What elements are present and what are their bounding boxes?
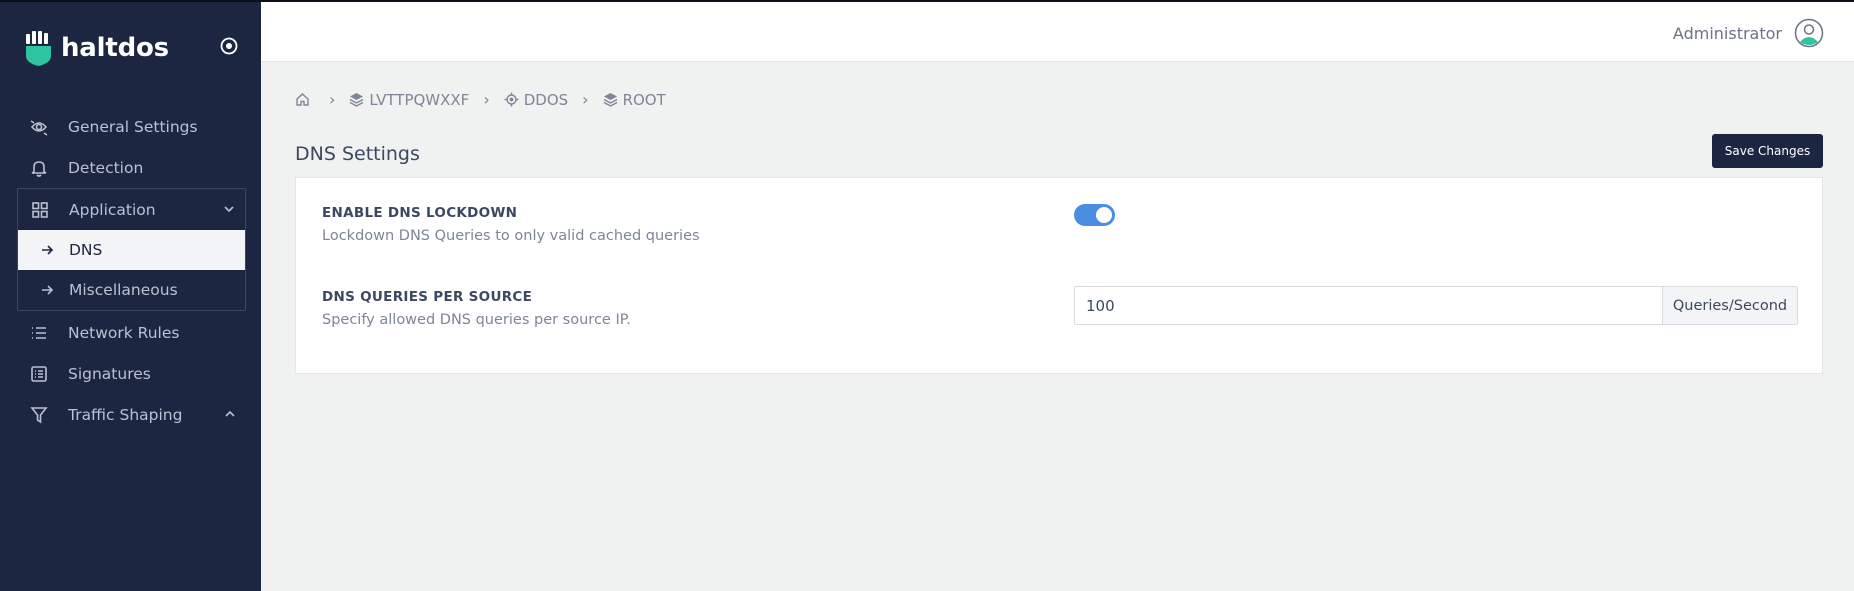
page-title: DNS Settings: [295, 143, 420, 165]
sidebar-item-label: Traffic Shaping: [68, 405, 183, 424]
save-changes-button[interactable]: Save Changes: [1712, 134, 1823, 168]
settings-card: ENABLE DNS LOCKDOWN Lockdown DNS Queries…: [295, 177, 1823, 374]
sidebar-item-network-rules[interactable]: Network Rules: [17, 312, 246, 353]
breadcrumb-separator: ›: [483, 90, 490, 109]
document-list-icon: [31, 365, 47, 382]
sidebar-item-traffic-shaping[interactable]: Traffic Shaping: [17, 394, 246, 435]
sidebar-subitem-miscellaneous[interactable]: Miscellaneous: [18, 270, 245, 310]
sidebar-subitem-label: Miscellaneous: [69, 281, 178, 299]
avatar: [1794, 18, 1824, 48]
sidebar-item-label: General Settings: [68, 117, 198, 136]
setting-description: Specify allowed DNS queries per source I…: [322, 312, 631, 328]
filter-icon: [30, 406, 48, 423]
sidebar-item-signatures[interactable]: Signatures: [17, 353, 246, 394]
home-icon[interactable]: [295, 92, 310, 107]
setting-row-queries: DNS QUERIES PER SOURCE Specify allowed D…: [322, 289, 631, 328]
sidebar-item-label: Detection: [68, 158, 144, 177]
breadcrumb-item-root[interactable]: ROOT: [623, 91, 666, 109]
chevron-down-icon: [224, 206, 234, 213]
input-unit-suffix: Queries/Second: [1662, 287, 1797, 324]
sidebar: haltdos General Settings Detection Appli…: [0, 0, 261, 591]
sidebar-item-label: Network Rules: [68, 323, 180, 342]
crosshair-icon: [504, 92, 519, 107]
breadcrumb-separator: ›: [329, 90, 336, 109]
breadcrumb: › LVTTPQWXXF › DDOS › ROOT: [295, 90, 666, 109]
arrow-right-icon: [42, 285, 54, 295]
dns-lockdown-toggle[interactable]: [1074, 204, 1115, 226]
breadcrumb-separator: ›: [582, 90, 589, 109]
breadcrumb-item-project[interactable]: LVTTPQWXXF: [369, 91, 469, 109]
eye-gear-icon: [30, 119, 48, 136]
user-menu[interactable]: Administrator: [1673, 18, 1824, 48]
toggle-knob: [1096, 207, 1112, 223]
grid-icon: [32, 201, 48, 218]
dns-queries-input-group: Queries/Second: [1074, 286, 1798, 325]
sidebar-item-general-settings[interactable]: General Settings: [17, 106, 246, 147]
sidebar-item-detection[interactable]: Detection: [17, 147, 246, 188]
setting-title: ENABLE DNS LOCKDOWN: [322, 205, 518, 221]
sidebar-item-label: Signatures: [68, 364, 151, 383]
sidebar-item-label: Application: [69, 200, 156, 219]
brand-name: haltdos: [61, 33, 169, 63]
layers-icon: [603, 93, 617, 107]
sidebar-item-application[interactable]: Application: [18, 189, 245, 230]
top-bar: Administrator: [261, 0, 1854, 62]
brand-logo[interactable]: haltdos: [24, 30, 169, 66]
sidebar-subitem-label: DNS: [69, 241, 103, 259]
breadcrumb-item-ddos[interactable]: DDOS: [524, 91, 568, 109]
fist-logo-icon: [26, 31, 51, 66]
setting-description: Lockdown DNS Queries to only valid cache…: [322, 228, 700, 244]
layers-icon: [350, 93, 364, 107]
setting-title: DNS QUERIES PER SOURCE: [322, 289, 533, 305]
dns-queries-per-source-input[interactable]: [1075, 287, 1662, 324]
sidebar-subitem-dns[interactable]: DNS: [18, 230, 245, 270]
sidebar-nav: General Settings Detection Application D…: [17, 106, 246, 435]
list-icon: [32, 326, 46, 339]
arrow-right-icon: [42, 245, 54, 255]
sidebar-toggle-icon[interactable]: [219, 36, 239, 56]
setting-row-lockdown: ENABLE DNS LOCKDOWN Lockdown DNS Queries…: [322, 205, 700, 244]
bell-icon: [31, 160, 47, 177]
chevron-up-icon: [225, 410, 235, 417]
sidebar-group-application: Application DNS Miscellaneous: [17, 188, 246, 311]
user-name: Administrator: [1672, 23, 1782, 43]
